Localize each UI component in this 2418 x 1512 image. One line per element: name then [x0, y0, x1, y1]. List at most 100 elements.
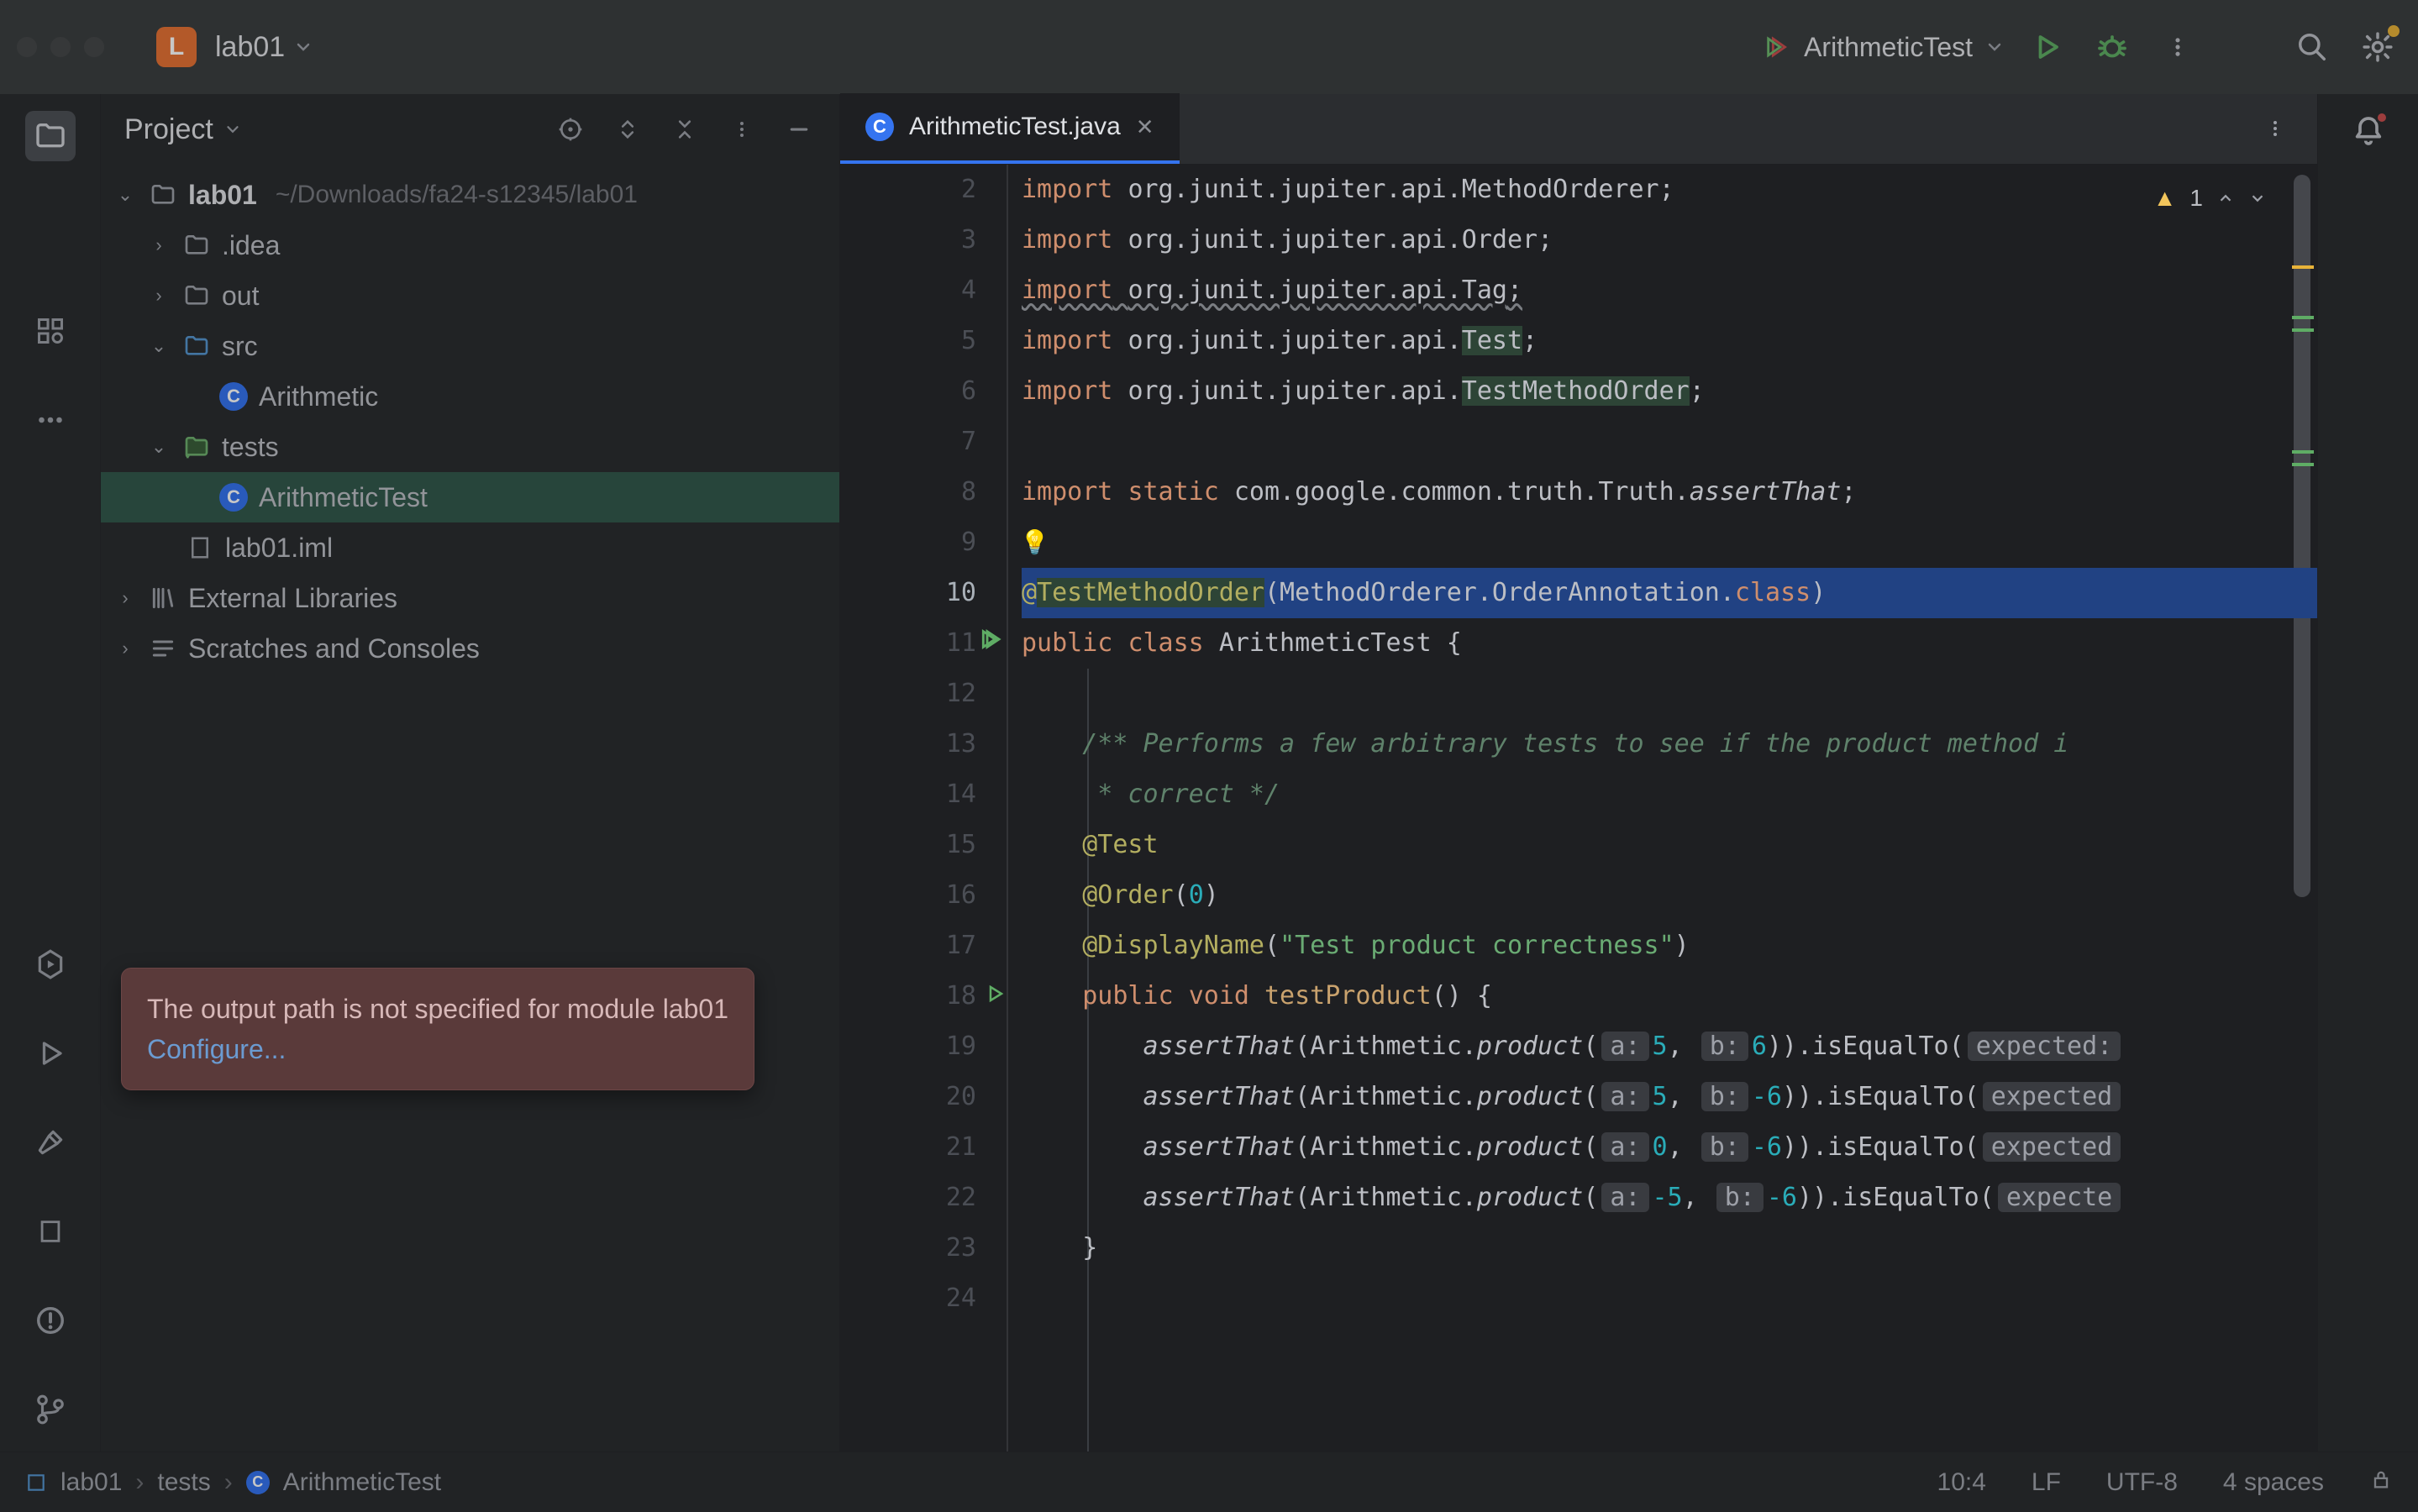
- tree-node-arithmetic[interactable]: C Arithmetic: [101, 371, 839, 422]
- line-number[interactable]: 18: [840, 971, 976, 1021]
- more-tools-button[interactable]: [25, 395, 76, 445]
- line-number[interactable]: 14: [840, 769, 976, 820]
- readonly-toggle[interactable]: [2369, 1467, 2393, 1498]
- line-number[interactable]: 6: [840, 366, 976, 417]
- indent-settings[interactable]: 4 spaces: [2223, 1468, 2324, 1497]
- vcs-tool-button[interactable]: [25, 1384, 76, 1435]
- line-number[interactable]: 9: [840, 517, 976, 568]
- build-tool-button[interactable]: [25, 1117, 76, 1168]
- run-gutter-icon[interactable]: [985, 971, 1005, 1021]
- line-number[interactable]: 13: [840, 719, 976, 769]
- tree-label: src: [222, 331, 258, 362]
- services-tool-button[interactable]: [25, 939, 76, 990]
- debug-button[interactable]: [2089, 24, 2136, 71]
- line-number[interactable]: 22: [840, 1173, 976, 1223]
- folder-icon: [181, 230, 212, 260]
- line-number[interactable]: 17: [840, 921, 976, 971]
- line-number[interactable]: 11: [840, 618, 976, 669]
- line-number[interactable]: 20: [840, 1072, 976, 1122]
- tree-node-root[interactable]: ⌄ lab01 ~/Downloads/fa24-s12345/lab01: [101, 170, 839, 220]
- project-view-selector[interactable]: Project: [124, 113, 242, 146]
- chevron-down-icon[interactable]: ⌄: [146, 436, 171, 458]
- tree-node-src[interactable]: ⌄ src: [101, 321, 839, 371]
- chevron-right-icon[interactable]: ›: [146, 285, 171, 307]
- chevron-down-icon[interactable]: [2248, 189, 2267, 207]
- line-number[interactable]: 4: [840, 265, 976, 316]
- project-tree[interactable]: ⌄ lab01 ~/Downloads/fa24-s12345/lab01 › …: [101, 165, 839, 679]
- gutter[interactable]: 2 3 4 5 6 7 8 9 10 11 12 13 14 15 16 17 …: [840, 165, 1008, 1452]
- warning-circle-icon: [34, 1305, 66, 1336]
- tree-node-tests[interactable]: ⌄ tests: [101, 422, 839, 472]
- editor-tab[interactable]: C ArithmeticTest.java ✕: [840, 93, 1180, 164]
- file-encoding[interactable]: UTF-8: [2106, 1468, 2178, 1497]
- breadcrumb-item[interactable]: lab01: [60, 1468, 122, 1497]
- line-number[interactable]: 12: [840, 669, 976, 719]
- tree-node-out[interactable]: › out: [101, 270, 839, 321]
- settings-button[interactable]: [2354, 24, 2401, 71]
- expand-icon: [616, 118, 639, 141]
- line-separator[interactable]: LF: [2032, 1468, 2061, 1497]
- tree-path-hint: ~/Downloads/fa24-s12345/lab01: [276, 181, 638, 209]
- line-number[interactable]: 8: [840, 467, 976, 517]
- breadcrumb-item[interactable]: tests: [157, 1468, 210, 1497]
- kebab-icon: [2166, 35, 2189, 59]
- problems-tool-button[interactable]: [25, 1295, 76, 1346]
- line-number[interactable]: 24: [840, 1273, 976, 1324]
- hex-play-icon: [34, 948, 66, 980]
- structure-tool-button[interactable]: [25, 306, 76, 356]
- hide-pane-button[interactable]: [782, 113, 816, 146]
- chevron-up-icon[interactable]: [2216, 189, 2235, 207]
- line-number[interactable]: 2: [840, 165, 976, 215]
- more-actions-button[interactable]: [2154, 24, 2201, 71]
- line-number[interactable]: 3: [840, 215, 976, 265]
- search-everywhere-button[interactable]: [2289, 24, 2336, 71]
- pane-options-button[interactable]: [725, 113, 759, 146]
- caret-position[interactable]: 10:4: [1937, 1468, 1986, 1497]
- code-line: @Order(0): [1022, 870, 2317, 921]
- close-window-icon[interactable]: [17, 37, 37, 57]
- bug-icon: [2097, 32, 2127, 62]
- project-tool-button[interactable]: [25, 111, 76, 161]
- line-number[interactable]: 19: [840, 1021, 976, 1072]
- configure-link[interactable]: Configure...: [147, 1034, 286, 1064]
- tree-node-scratches[interactable]: › Scratches and Consoles: [101, 623, 839, 674]
- line-number[interactable]: 7: [840, 417, 976, 467]
- breadcrumbs[interactable]: lab01 › tests › C ArithmeticTest: [25, 1468, 441, 1497]
- line-number[interactable]: 21: [840, 1122, 976, 1173]
- line-number[interactable]: 23: [840, 1223, 976, 1273]
- expand-all-button[interactable]: [611, 113, 644, 146]
- select-opened-file-button[interactable]: [554, 113, 587, 146]
- settings-badge-icon: [2388, 25, 2400, 37]
- chevron-down-icon[interactable]: ⌄: [146, 335, 171, 357]
- zoom-window-icon[interactable]: [84, 37, 104, 57]
- line-number[interactable]: 16: [840, 870, 976, 921]
- chevron-right-icon[interactable]: ›: [113, 638, 138, 659]
- tree-label: ArithmeticTest: [259, 482, 428, 513]
- tab-options-button[interactable]: [2258, 112, 2292, 145]
- notifications-button[interactable]: [2352, 114, 2385, 154]
- minimize-window-icon[interactable]: [50, 37, 71, 57]
- chevron-right-icon[interactable]: ›: [113, 587, 138, 609]
- breadcrumb-item[interactable]: ArithmeticTest: [283, 1468, 441, 1497]
- code-line: import static com.google.common.truth.Tr…: [1022, 467, 2317, 517]
- bookmarks-tool-button[interactable]: [25, 1206, 76, 1257]
- code-content[interactable]: 💡 import org.junit.jupiter.api.MethodOrd…: [1008, 165, 2317, 1452]
- tree-node-idea[interactable]: › .idea: [101, 220, 839, 270]
- collapse-all-button[interactable]: [668, 113, 702, 146]
- tree-node-external-libraries[interactable]: › External Libraries: [101, 573, 839, 623]
- run-gutter-icon[interactable]: [981, 618, 1005, 669]
- chevron-down-icon[interactable]: ⌄: [113, 184, 138, 206]
- line-number[interactable]: 10: [840, 568, 976, 618]
- chevron-right-icon[interactable]: ›: [146, 234, 171, 256]
- run-configuration-selector[interactable]: ArithmeticTest: [1764, 32, 2005, 63]
- line-number[interactable]: 15: [840, 820, 976, 870]
- inspection-widget[interactable]: ▲ 1: [2153, 173, 2267, 223]
- tree-node-arithmetic-test[interactable]: C ArithmeticTest: [101, 472, 839, 522]
- project-selector[interactable]: lab01: [215, 31, 313, 64]
- code-editor[interactable]: ▲ 1 2 3 4 5 6 7 8 9 1: [840, 165, 2317, 1452]
- line-number[interactable]: 5: [840, 316, 976, 366]
- close-tab-button[interactable]: ✕: [1136, 114, 1154, 140]
- tree-node-iml[interactable]: lab01.iml: [101, 522, 839, 573]
- run-button[interactable]: [2023, 24, 2070, 71]
- run-tool-button[interactable]: [25, 1028, 76, 1079]
